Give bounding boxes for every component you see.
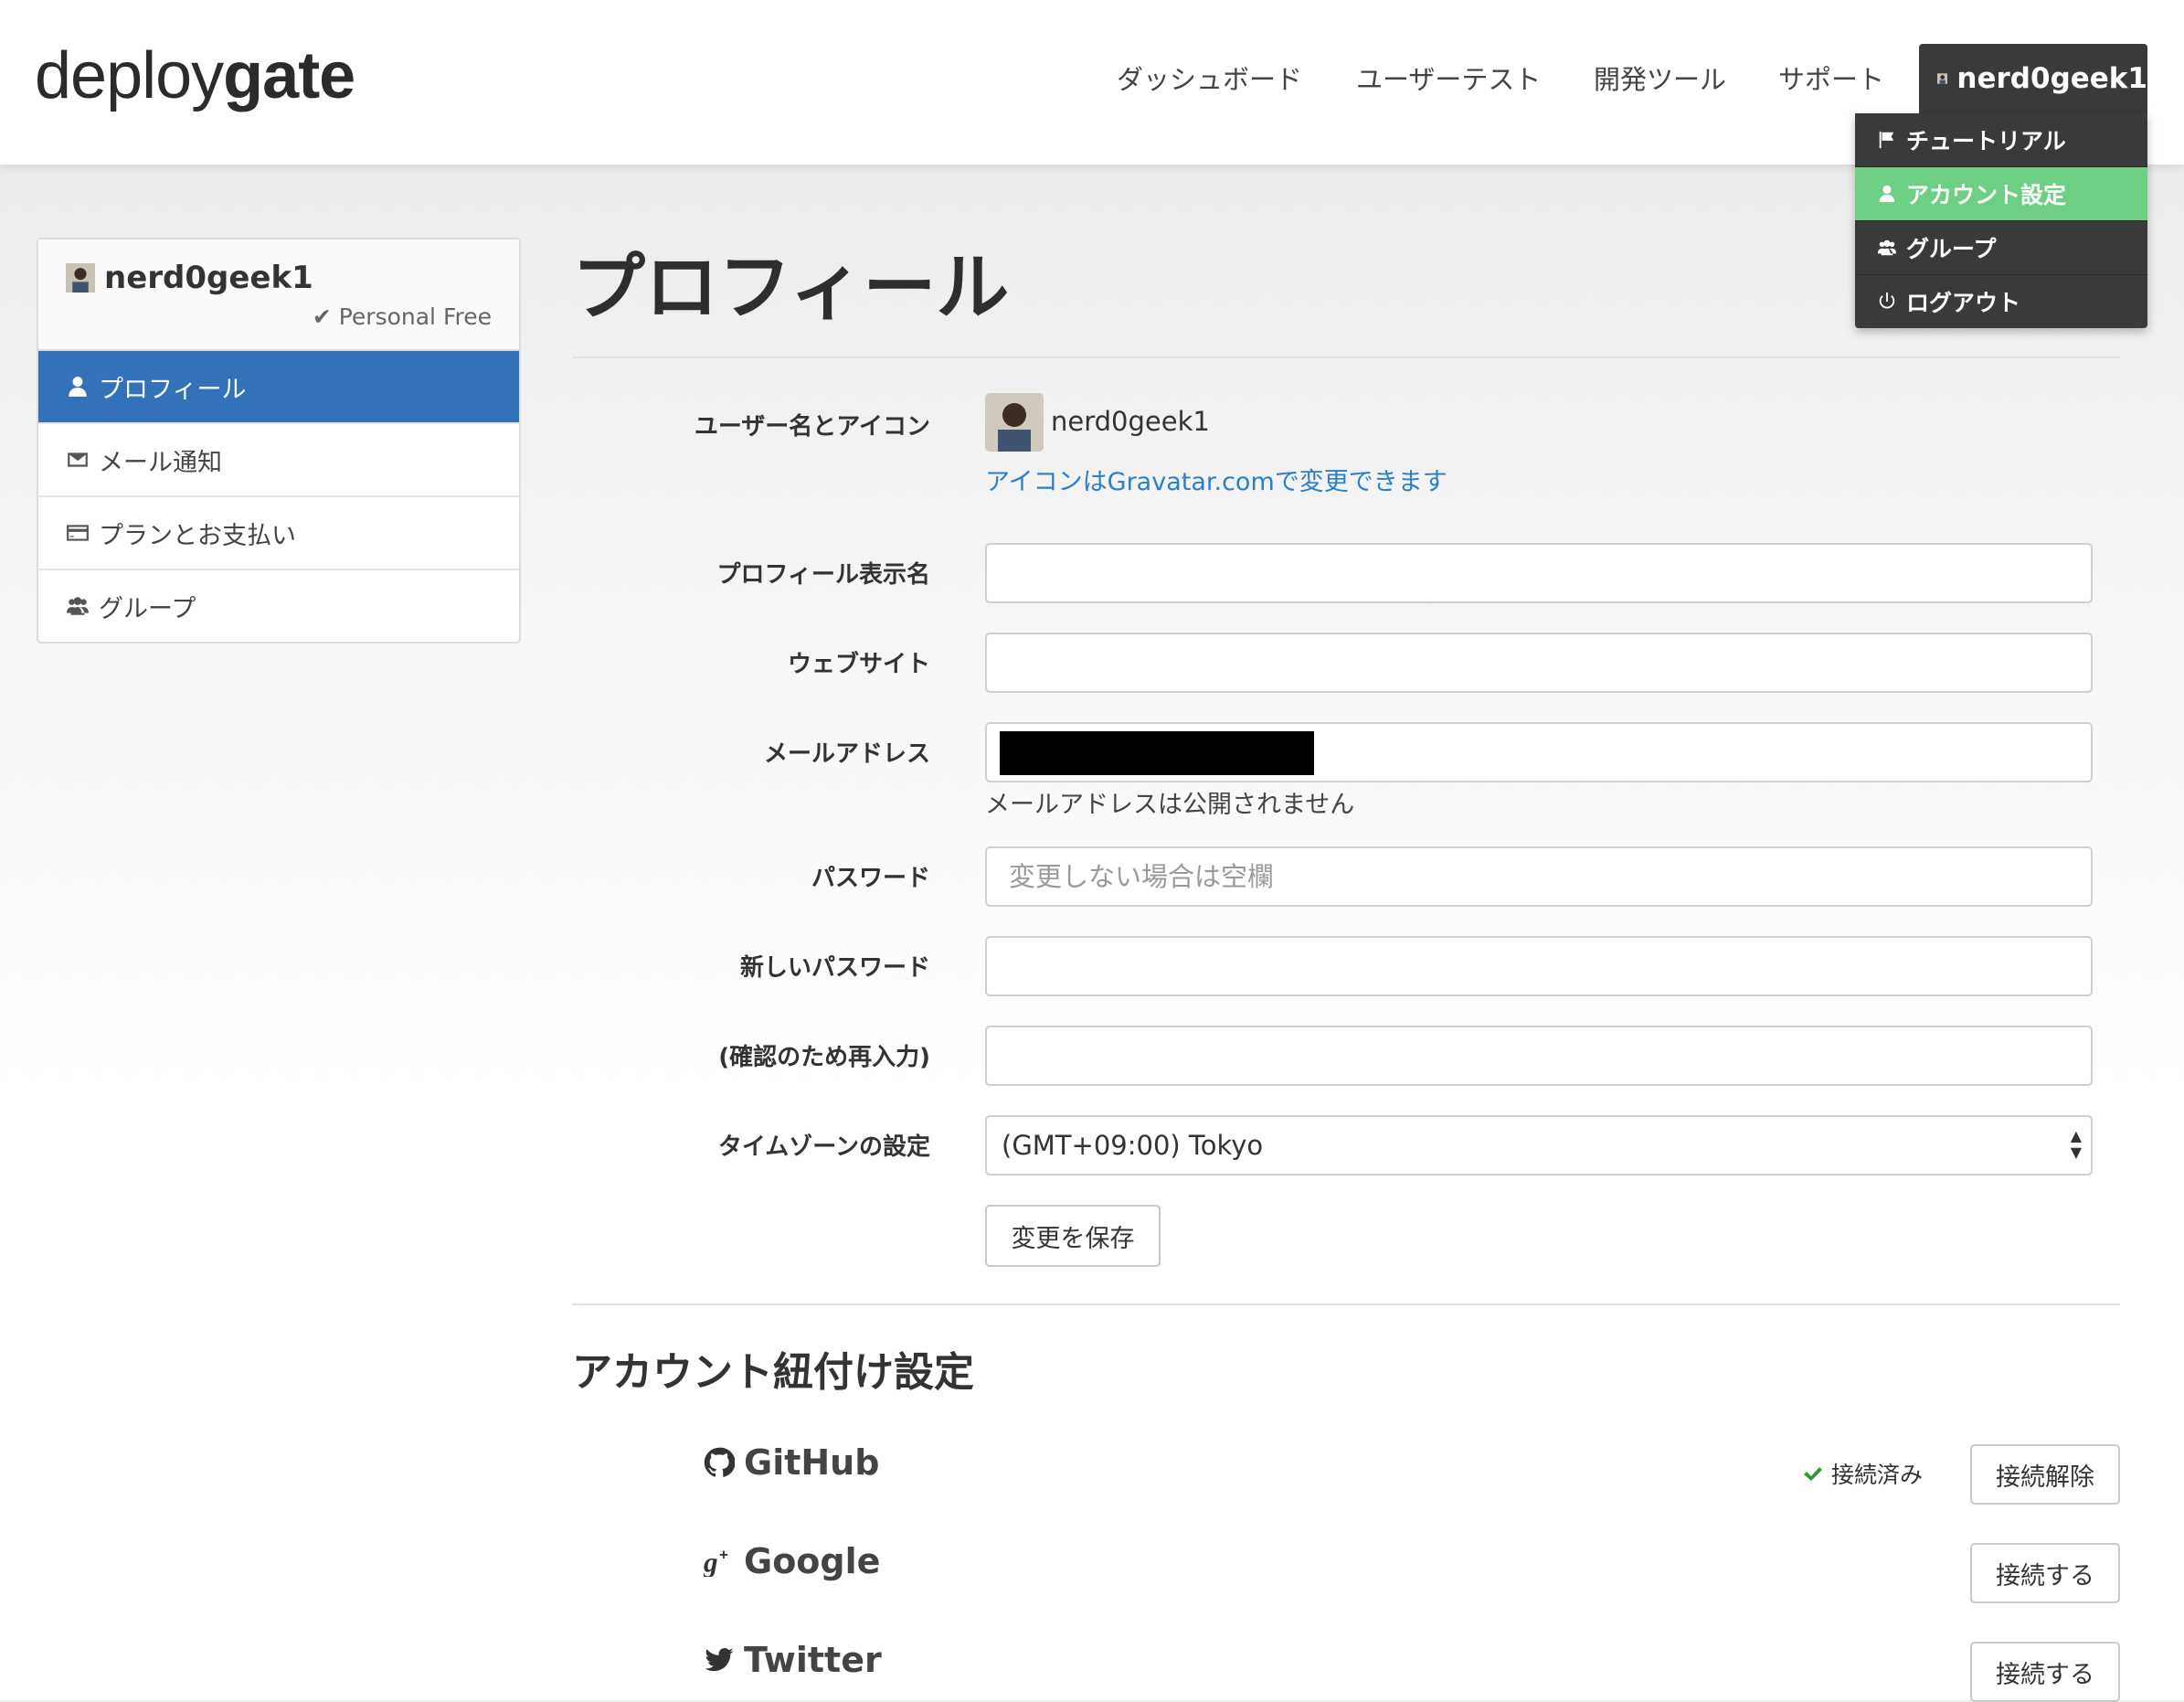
- label-email: メールアドレス: [763, 740, 930, 768]
- new-password-input[interactable]: [985, 936, 2093, 996]
- service-google: g + Google: [704, 1541, 880, 1581]
- user-menu-toggle[interactable]: nerd0geek1: [1919, 44, 2147, 113]
- profile-username: nerd0geek1: [1051, 406, 1210, 437]
- sidebar-item-plan[interactable]: プランとお支払い: [38, 497, 519, 570]
- sidebar-item-label: メール通知: [99, 448, 222, 477]
- google-plus-icon: g +: [704, 1546, 728, 1577]
- website-input[interactable]: [985, 633, 2093, 693]
- service-name: Twitter: [744, 1640, 882, 1680]
- envelope-icon: [68, 452, 88, 467]
- user-menu-name: nerd0geek1: [1956, 62, 2147, 95]
- dropdown-item-tutorial[interactable]: チュートリアル: [1855, 113, 2147, 167]
- sidebar-item-profile[interactable]: プロフィール: [38, 351, 519, 424]
- dropdown-item-label: アカウント設定: [1906, 182, 2067, 208]
- github-connected-status: 接続済み: [1802, 1457, 1923, 1490]
- github-icon: [704, 1447, 735, 1477]
- gravatar-link[interactable]: アイコンはGravatar.comで変更できます: [985, 462, 1447, 497]
- logo-text-bold: gate: [223, 39, 355, 112]
- sidebar-user: nerd0geek1: [66, 260, 313, 296]
- service-name: Google: [744, 1541, 881, 1581]
- select-arrows-icon: ▲ ▼: [2070, 1127, 2082, 1161]
- credit-card-icon: [67, 525, 89, 541]
- label-display-name: プロフィール表示名: [716, 561, 930, 589]
- power-icon: [1879, 292, 1895, 309]
- user-icon: [69, 377, 87, 397]
- password-input[interactable]: [985, 846, 2093, 907]
- flag-icon: [1879, 131, 1894, 149]
- dropdown-item-group[interactable]: グループ: [1855, 221, 2147, 275]
- button-label: 接続解除: [1996, 1463, 2094, 1492]
- timezone-select[interactable]: (GMT+09:00) Tokyo ▲ ▼: [985, 1115, 2093, 1175]
- dropdown-item-label: ログアウト: [1906, 290, 2021, 316]
- label-timezone: タイムゾーンの設定: [717, 1133, 930, 1161]
- confirm-password-input[interactable]: [985, 1026, 2093, 1086]
- page-title: プロフィール: [572, 245, 1010, 330]
- group-icon: [1877, 239, 1897, 256]
- label-confirm-password: (確認のため再入力): [718, 1044, 930, 1071]
- account-linking-title: アカウント紐付け設定: [572, 1349, 974, 1396]
- sidebar-item-label: グループ: [99, 594, 196, 623]
- label-new-password: 新しいパスワード: [739, 954, 930, 982]
- dropdown-item-account-settings[interactable]: アカウント設定: [1855, 167, 2147, 221]
- svg-text:+: +: [719, 1547, 728, 1564]
- dropdown-item-label: グループ: [1906, 236, 1997, 262]
- email-hint: メールアドレスは公開されません: [985, 791, 1355, 819]
- user-icon: [1879, 185, 1895, 203]
- label-password: パスワード: [811, 865, 930, 892]
- nav-dev-tools[interactable]: 開発ツール: [1594, 59, 1726, 97]
- sidebar-item-group[interactable]: グループ: [38, 570, 519, 642]
- connected-label: 接続済み: [1831, 1462, 1924, 1488]
- display-name-input[interactable]: [985, 543, 2093, 603]
- service-name: GitHub: [744, 1442, 880, 1483]
- redacted-email: [1000, 731, 1314, 775]
- nav-support[interactable]: サポート: [1778, 59, 1884, 97]
- nav-user-test[interactable]: ユーザーテスト: [1356, 59, 1541, 97]
- sidebar-item-label: プロフィール: [99, 375, 247, 404]
- google-connect-button[interactable]: 接続する: [1970, 1543, 2120, 1603]
- button-label: 接続する: [1996, 1561, 2094, 1590]
- svg-text:g: g: [704, 1546, 718, 1577]
- sidebar-item-mail[interactable]: メール通知: [38, 424, 519, 497]
- section-divider: [572, 1303, 2120, 1305]
- user-dropdown-menu: チュートリアル アカウント設定 グループ ログアウト: [1855, 113, 2147, 328]
- profile-avatar: [985, 393, 1044, 452]
- group-icon: [67, 597, 89, 615]
- sidebar-username: nerd0geek1: [104, 260, 313, 296]
- save-button[interactable]: 変更を保存: [985, 1205, 1161, 1267]
- twitter-connect-button[interactable]: 接続する: [1970, 1642, 2120, 1702]
- logo-text-light: deploy: [35, 39, 224, 112]
- check-icon: [1804, 1467, 1822, 1481]
- service-github: GitHub: [704, 1442, 879, 1483]
- github-disconnect-button[interactable]: 接続解除: [1970, 1444, 2120, 1505]
- deploygate-logo[interactable]: deploygate: [35, 38, 355, 113]
- sidebar-item-label: プランとお支払い: [99, 521, 296, 550]
- save-button-label: 変更を保存: [1011, 1224, 1135, 1253]
- plan-badge: ✔ Personal Free: [312, 303, 492, 330]
- twitter-icon: [705, 1648, 734, 1672]
- user-avatar: [66, 263, 95, 293]
- label-website: ウェブサイト: [787, 651, 930, 678]
- sidebar-header: nerd0geek1 ✔ Personal Free: [38, 239, 519, 351]
- dropdown-item-label: チュートリアル: [1906, 128, 2066, 154]
- timezone-value: (GMT+09:00) Tokyo: [1002, 1130, 1264, 1161]
- nav-dashboard[interactable]: ダッシュボード: [1117, 59, 1302, 97]
- title-divider: [572, 356, 2120, 358]
- settings-sidebar: nerd0geek1 ✔ Personal Free プロフィール メール通知 …: [37, 238, 521, 644]
- label-username-icon: ユーザー名とアイコン: [694, 413, 930, 441]
- user-avatar: [1937, 73, 1948, 84]
- button-label: 接続する: [1996, 1660, 2094, 1689]
- dropdown-item-logout[interactable]: ログアウト: [1855, 275, 2147, 328]
- service-twitter: Twitter: [704, 1640, 882, 1680]
